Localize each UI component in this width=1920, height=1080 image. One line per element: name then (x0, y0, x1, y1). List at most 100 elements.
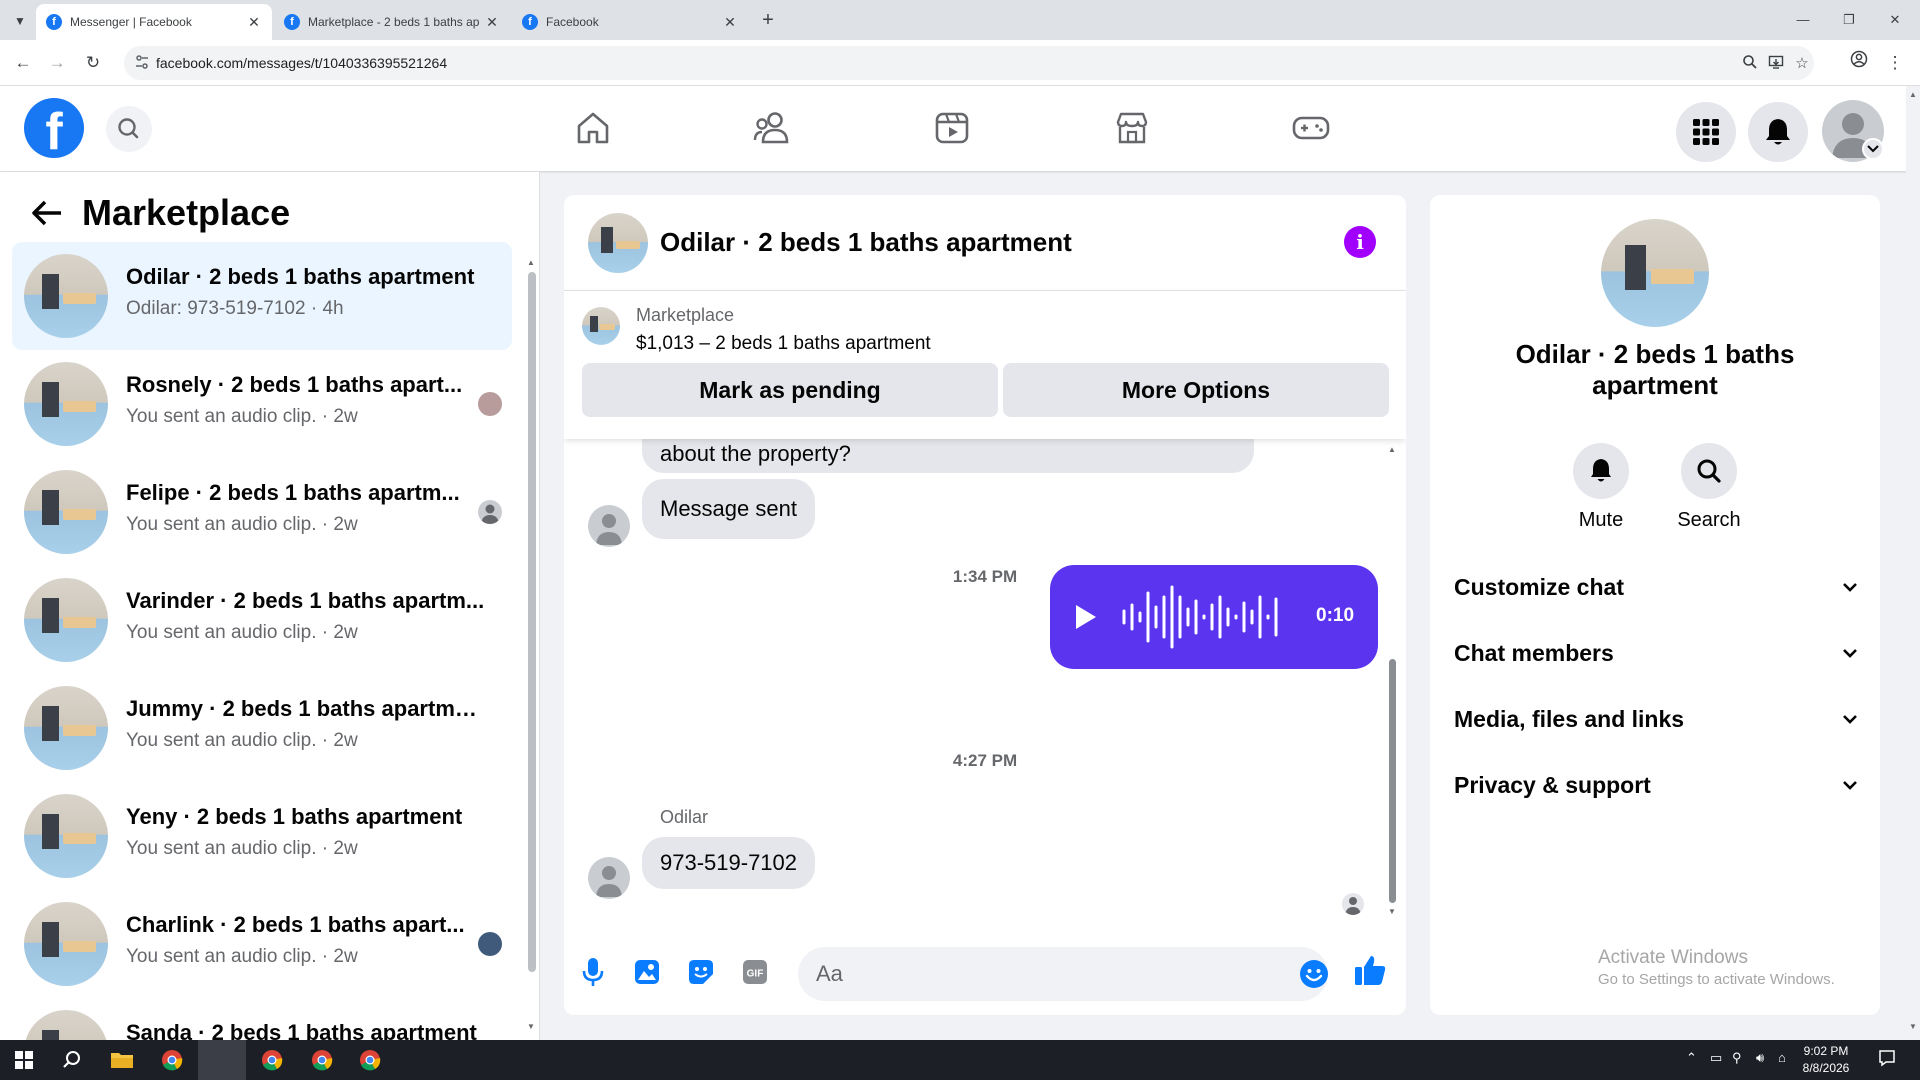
conversation-item[interactable]: Yeny · 2 beds 1 baths apartment You sent… (12, 782, 512, 890)
sender-avatar[interactable] (588, 505, 630, 547)
url-input[interactable] (156, 46, 1656, 80)
search-icon (118, 118, 139, 139)
section-title: Chat members (1454, 639, 1614, 666)
search-in-conversation-button[interactable]: Search (1669, 443, 1749, 532)
file-explorer-button[interactable] (98, 1040, 146, 1080)
nav-marketplace[interactable] (1092, 96, 1172, 160)
browser-menu-icon[interactable]: ⋮ (1882, 50, 1908, 76)
conversation-item[interactable]: Felipe · 2 beds 1 baths apartm... You se… (12, 458, 512, 566)
minimize-button[interactable]: — (1780, 6, 1826, 34)
close-tab-icon[interactable]: ✕ (484, 14, 500, 31)
conversation-item[interactable]: Sanda · 2 beds 1 baths apartment (12, 998, 512, 1040)
scrollbar-thumb[interactable] (528, 272, 536, 972)
back-icon[interactable]: ← (10, 50, 36, 76)
chat-members-section[interactable]: Chat members (1454, 628, 1860, 678)
microphone-icon (582, 958, 604, 986)
message-input[interactable] (798, 947, 1328, 1001)
media-files-links-section[interactable]: Media, files and links (1454, 694, 1860, 744)
nav-home[interactable] (553, 96, 633, 160)
voice-clip-button[interactable] (576, 955, 610, 989)
tab-facebook[interactable]: f Facebook ✕ (512, 4, 748, 40)
scroll-up-icon[interactable]: ▲ (1909, 90, 1917, 99)
listing-thumbnail (24, 794, 108, 878)
tray-chevron-up-icon[interactable]: ⌃ (1686, 1050, 1697, 1066)
watermark-line2: Go to Settings to activate Windows. (1598, 971, 1835, 988)
chat-title[interactable]: Odilar · 2 beds 1 baths apartment (660, 227, 1072, 258)
sticker-button[interactable] (684, 955, 718, 989)
more-options-button[interactable]: More Options (1003, 363, 1389, 417)
notification-center-icon[interactable] (1878, 1049, 1896, 1070)
nav-gaming[interactable] (1271, 96, 1351, 160)
sidebar-scrollbar[interactable]: ▲ (526, 258, 536, 972)
tray-ethernet-icon[interactable]: ⌂ (1778, 1050, 1786, 1065)
customize-chat-section[interactable]: Customize chat (1454, 562, 1860, 612)
chrome-taskbar-button[interactable] (346, 1040, 394, 1080)
tab-title: Facebook (546, 15, 599, 29)
tab-messenger[interactable]: f Messenger | Facebook ✕ (36, 4, 272, 40)
scroll-down-icon[interactable]: ▼ (1909, 1022, 1917, 1031)
scroll-up-icon[interactable]: ▲ (527, 258, 535, 267)
tray-network-icon[interactable]: ⚲ (1732, 1050, 1742, 1066)
tray-volume-icon[interactable]: 🔊︎ (1756, 1050, 1764, 1066)
chrome-taskbar-button[interactable] (148, 1040, 196, 1080)
listing-title[interactable]: $1,013 – 2 beds 1 baths apartment (636, 333, 931, 355)
scroll-down-icon[interactable]: ▼ (527, 1022, 535, 1031)
install-app-icon[interactable] (1766, 54, 1786, 74)
reload-icon[interactable]: ↻ (80, 50, 106, 76)
tray-device-icon[interactable]: ▭ (1710, 1050, 1722, 1066)
nav-watch[interactable] (912, 96, 992, 160)
back-arrow-button[interactable] (28, 194, 66, 232)
scrollbar-thumb[interactable] (1389, 659, 1396, 903)
restore-button[interactable]: ❐ (1826, 6, 1872, 34)
close-tab-icon[interactable]: ✕ (246, 14, 262, 31)
conversation-item[interactable]: Varinder · 2 beds 1 baths apartm... You … (12, 566, 512, 674)
scroll-up-icon[interactable]: ▲ (1388, 445, 1396, 454)
chrome-taskbar-button[interactable] (298, 1040, 346, 1080)
audio-message[interactable]: 0:10 (1050, 565, 1378, 669)
play-icon[interactable] (1076, 605, 1096, 629)
notifications-button[interactable] (1748, 102, 1808, 162)
close-window-button[interactable]: ✕ (1872, 6, 1918, 34)
listing-thumbnail (24, 1010, 108, 1040)
zoom-icon[interactable] (1740, 54, 1760, 74)
facebook-logo-icon[interactable]: f (24, 98, 84, 158)
omnibox[interactable]: ☆ (124, 46, 1814, 80)
forward-icon[interactable]: → (44, 50, 70, 76)
chat-thumbnail[interactable] (588, 213, 648, 273)
tab-marketplace[interactable]: f Marketplace - 2 beds 1 baths ap ✕ (274, 4, 510, 40)
active-app-button[interactable] (198, 1040, 246, 1080)
menu-grid-button[interactable] (1676, 102, 1736, 162)
attach-photo-button[interactable] (630, 955, 664, 989)
site-info-icon[interactable] (134, 54, 152, 72)
conversation-item[interactable]: Jummy · 2 beds 1 baths apartment You sen… (12, 674, 512, 782)
gif-button[interactable]: GIF (738, 955, 772, 989)
taskbar-clock[interactable]: 9:02 PM 8/8/2026 (1790, 1043, 1862, 1077)
info-icon[interactable]: i (1344, 226, 1376, 258)
taskbar-search-button[interactable] (48, 1040, 96, 1080)
messages-scrollbar[interactable]: ▲ ▼ (1386, 445, 1398, 916)
bookmark-star-icon[interactable]: ☆ (1792, 54, 1812, 74)
privacy-support-section[interactable]: Privacy & support (1454, 760, 1860, 810)
start-button[interactable] (0, 1040, 48, 1080)
conversation-item[interactable]: Charlink · 2 beds 1 baths apart... You s… (12, 890, 512, 998)
tab-search-button[interactable]: ▼ (8, 9, 32, 33)
conversation-info-panel: Odilar · 2 beds 1 baths apartment Mute S… (1430, 195, 1880, 1015)
new-tab-button[interactable]: + (754, 8, 782, 36)
mute-button[interactable]: Mute (1561, 443, 1641, 532)
sender-avatar[interactable] (588, 857, 630, 899)
chrome-taskbar-button[interactable] (248, 1040, 296, 1080)
account-chevron-down-icon[interactable] (1862, 138, 1884, 160)
close-tab-icon[interactable]: ✕ (722, 14, 738, 31)
facebook-search-button[interactable] (106, 106, 152, 152)
profile-icon[interactable] (1846, 50, 1872, 76)
conversation-item[interactable]: Odilar · 2 beds 1 baths apartment Odilar… (12, 242, 512, 350)
listing-thumbnail (582, 307, 620, 345)
scroll-down-icon[interactable]: ▼ (1388, 907, 1396, 916)
emoji-button[interactable] (1297, 957, 1331, 991)
conversation-item[interactable]: Rosnely · 2 beds 1 baths apart... You se… (12, 350, 512, 458)
like-button[interactable] (1353, 953, 1387, 987)
page-scrollbar[interactable]: ▲ ▼ (1906, 86, 1920, 1040)
mark-as-pending-button[interactable]: Mark as pending (582, 363, 998, 417)
nav-friends[interactable] (733, 96, 813, 160)
listing-large-thumbnail[interactable] (1601, 219, 1709, 327)
